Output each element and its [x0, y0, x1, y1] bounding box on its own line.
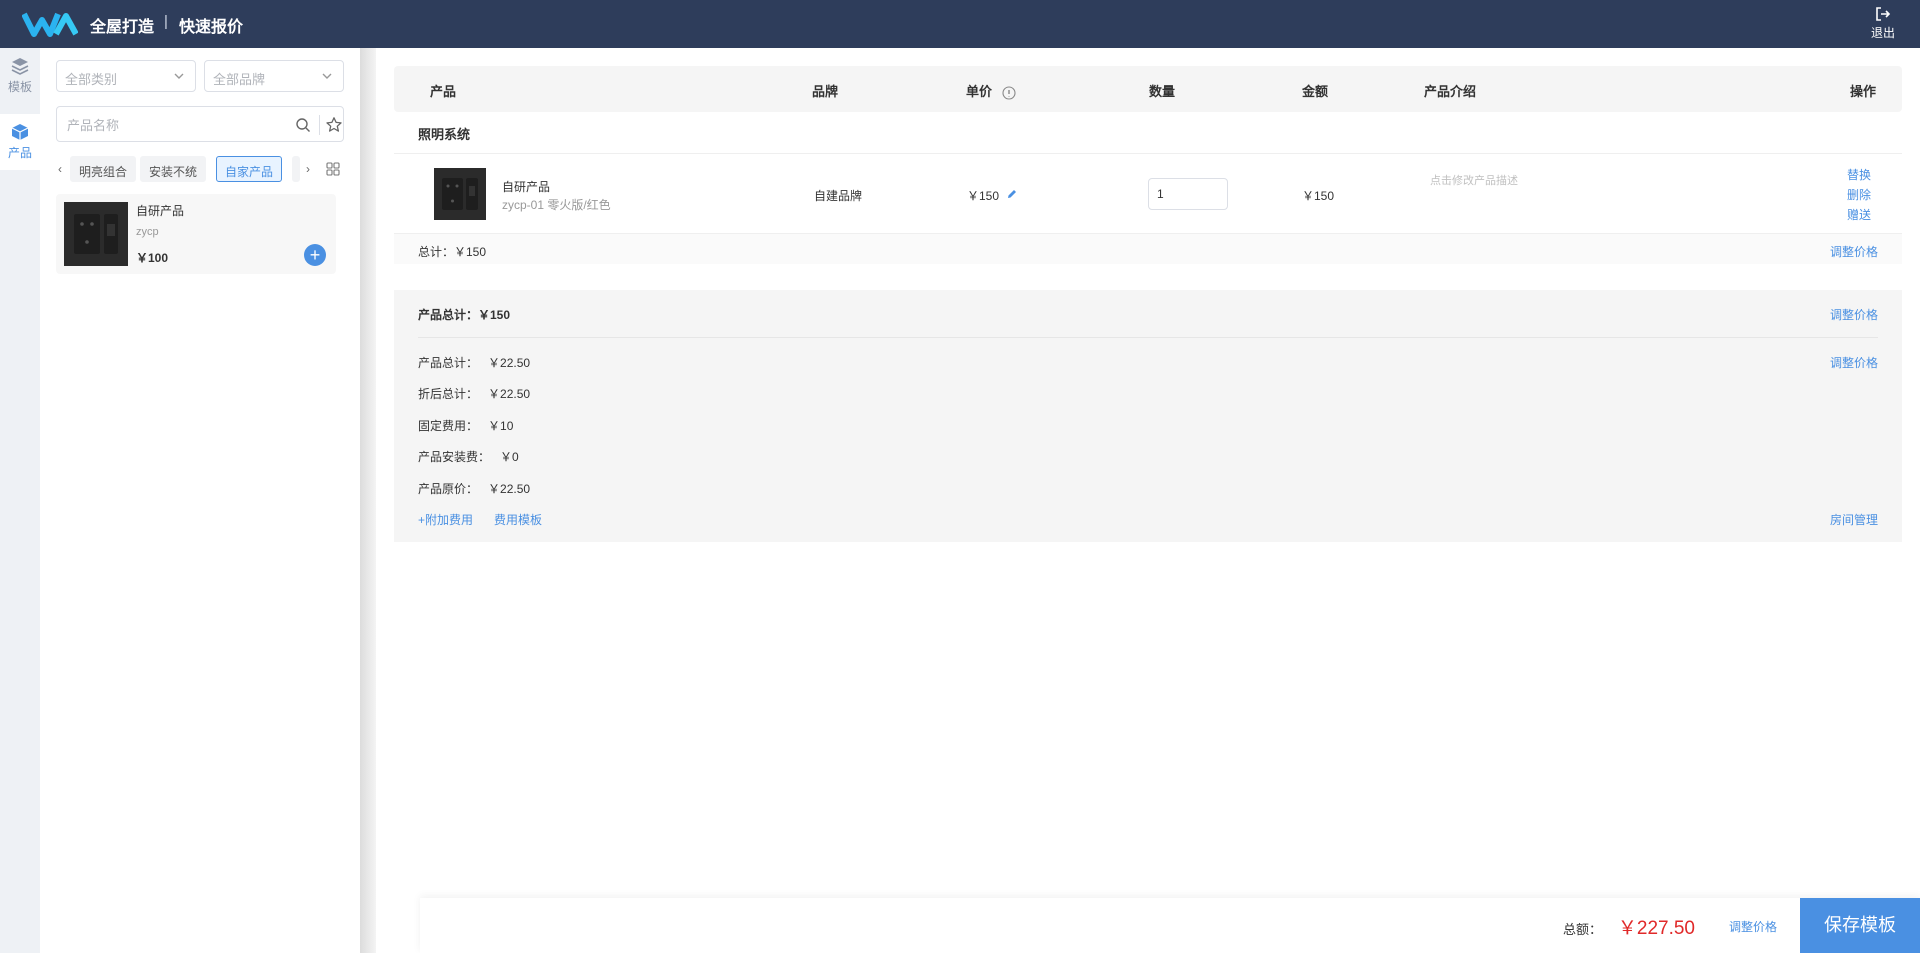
logout-button[interactable]: 退出 — [1868, 6, 1898, 41]
brand-title: 全屋打造 — [90, 19, 155, 36]
rail-item-label: 产品 — [7, 146, 32, 160]
tag-item[interactable]: 明亮组合 — [70, 156, 137, 182]
summary-row: 产品安装费： ￥0 — [418, 448, 519, 465]
replace-button[interactable]: 替换 — [1847, 166, 1871, 183]
footer-bar: 总额： ￥227.50 调整价格 保存模板 — [420, 898, 1920, 953]
group-title: 照明系统 — [418, 127, 471, 142]
summary-adjust-price-link[interactable]: 调整价格 — [1830, 306, 1878, 323]
app-logo-icon — [22, 12, 78, 37]
search-input[interactable] — [67, 115, 267, 135]
summary-section: 产品总计：￥150 调整价格 产品总计： ￥22.50 调整价格 折后总计： ￥22… — [394, 290, 1902, 542]
tag-row: ‹ 明亮组合 安装不统 自家产品 › — [56, 154, 344, 182]
summary-row-value: ￥0 — [500, 450, 519, 464]
product-card-price: ￥100 — [136, 251, 169, 265]
info-icon[interactable] — [1002, 86, 1016, 100]
grid-icon[interactable] — [326, 162, 340, 176]
tag-item-partial[interactable] — [292, 156, 300, 182]
row-divider — [394, 153, 1902, 154]
row-product-thumbnail — [434, 168, 486, 220]
fee-template-link[interactable]: 费用模板 — [494, 511, 542, 528]
summary-row-label: 产品总计： — [418, 356, 479, 370]
search-divider — [319, 115, 320, 135]
summary-row-label: 折后总计： — [418, 387, 479, 401]
row-amount: ￥150 — [1302, 189, 1335, 203]
left-rail: 模板 产品 — [0, 48, 40, 953]
total-label: 总额： — [1562, 922, 1602, 937]
summary-title: 产品总计：￥150 — [418, 308, 511, 322]
category-select-value: 全部类别 — [65, 72, 118, 87]
summary-row-label: 固定费用： — [418, 419, 479, 433]
tag-item-active[interactable]: 自家产品 — [216, 156, 283, 182]
summary-row-value: ￥22.50 — [488, 387, 531, 401]
th-description: 产品介绍 — [1424, 84, 1477, 99]
brand-select-value: 全部品牌 — [213, 72, 266, 87]
product-panel: 全部类别 全部品牌 ‹ 明亮组合 安装不统 自家产品 › — [40, 48, 360, 953]
summary-row-label: 产品原价： — [418, 482, 479, 496]
layers-icon — [11, 58, 29, 75]
total-value: ￥227.50 — [1617, 918, 1695, 939]
row-brand: 自建品牌 — [814, 189, 863, 203]
save-template-button[interactable]: 保存模板 — [1800, 898, 1920, 953]
th-amount: 金额 — [1302, 84, 1329, 99]
app-header: 全屋打造 | 快速报价 退出 — [0, 0, 1920, 48]
edit-pencil-icon[interactable] — [1006, 188, 1018, 200]
chevron-down-icon — [174, 73, 184, 79]
rail-item-products[interactable]: 产品 — [0, 114, 40, 170]
delete-button[interactable]: 删除 — [1847, 186, 1871, 203]
rail-item-label: 模板 — [7, 80, 32, 94]
category-select[interactable]: 全部类别 — [56, 60, 196, 92]
adjust-price-link[interactable]: 调整价格 — [1830, 243, 1878, 260]
room-manage-link[interactable]: 房间管理 — [1830, 511, 1878, 528]
quantity-input[interactable] — [1148, 178, 1228, 210]
tags-prev-icon[interactable]: ‹ — [58, 162, 62, 176]
summary-row-value: ￥10 — [488, 419, 514, 433]
table-header: 产品 品牌 单价 数量 金额 产品介绍 操作 — [394, 66, 1902, 112]
th-unit-price: 单价 — [966, 81, 1016, 100]
product-search — [56, 106, 344, 142]
summary-row: 产品总计： ￥22.50 — [418, 354, 530, 371]
add-extra-fee-link[interactable]: +附加费用 — [418, 511, 473, 528]
th-product: 产品 — [430, 84, 457, 99]
product-card[interactable]: 自研产品 zycp ￥100 + — [56, 194, 336, 274]
panel-divider — [360, 48, 376, 953]
page-title: 快速报价 — [179, 19, 244, 36]
row-description[interactable]: 点击修改产品描述 — [1430, 172, 1518, 188]
summary-row: 产品原价： ￥22.50 — [418, 480, 530, 497]
summary-divider — [418, 337, 1878, 338]
star-icon[interactable] — [325, 116, 343, 134]
group-subtotal: 总计：￥150 — [418, 245, 487, 259]
logout-icon — [1876, 7, 1891, 21]
gift-button[interactable]: 赠送 — [1847, 206, 1871, 223]
product-card-name: 自研产品 — [136, 204, 185, 218]
summary-row: 折后总计： ￥22.50 — [418, 385, 530, 402]
tags-next-icon[interactable]: › — [306, 162, 310, 176]
logout-label: 退出 — [1870, 26, 1895, 40]
rail-item-templates[interactable]: 模板 — [0, 48, 40, 104]
box-icon — [11, 124, 29, 140]
th-actions: 操作 — [1850, 84, 1877, 99]
row-product-spec: zycp-01 零火版/红色 — [502, 198, 611, 212]
row-product-name: 自研产品 — [502, 180, 551, 194]
tag-item[interactable]: 安装不统 — [140, 156, 207, 182]
th-quantity: 数量 — [1149, 84, 1176, 99]
brand-separator: | — [164, 13, 168, 30]
summary-row: 固定费用： ￥10 — [418, 417, 513, 434]
footer-adjust-price-link[interactable]: 调整价格 — [1729, 918, 1777, 935]
th-unit-price-label: 单价 — [966, 84, 993, 99]
summary-adjust-price-link-2[interactable]: 调整价格 — [1830, 354, 1878, 371]
add-product-button[interactable]: + — [304, 244, 326, 266]
group-subtotal-bar: 总计：￥150 调整价格 — [394, 234, 1902, 264]
quote-main: 产品 品牌 单价 数量 金额 产品介绍 操作 照明系统 自研产品 zycp-01… — [376, 48, 1920, 953]
summary-row-value: ￥22.50 — [488, 356, 531, 370]
summary-row-value: ￥22.50 — [488, 482, 531, 496]
chevron-down-icon — [322, 73, 332, 79]
product-thumbnail — [64, 202, 128, 266]
brand-select[interactable]: 全部品牌 — [204, 60, 344, 92]
search-icon[interactable] — [295, 117, 311, 133]
summary-row-label: 产品安装费： — [418, 450, 491, 464]
th-brand: 品牌 — [812, 84, 839, 99]
row-unit-price: ￥150 — [967, 189, 1000, 203]
product-card-code: zycp — [136, 226, 159, 238]
